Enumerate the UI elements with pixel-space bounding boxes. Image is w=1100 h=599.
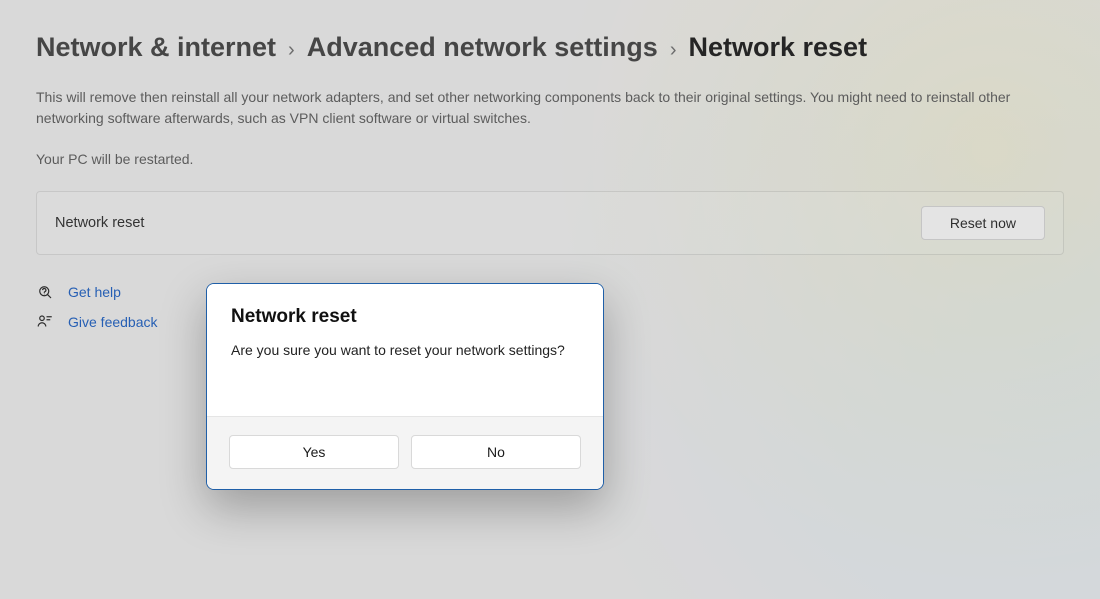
help-icon (36, 283, 54, 301)
dialog-title: Network reset (231, 306, 579, 328)
breadcrumb-network-internet[interactable]: Network & internet (36, 32, 276, 63)
give-feedback-link[interactable]: Give feedback (68, 314, 158, 330)
chevron-right-icon: › (284, 39, 299, 62)
no-button[interactable]: No (411, 435, 581, 469)
dialog-footer: Yes No (207, 416, 603, 489)
reset-now-button[interactable]: Reset now (921, 206, 1045, 240)
dialog-message: Are you sure you want to reset your netw… (231, 342, 579, 358)
network-reset-label: Network reset (55, 215, 144, 231)
page-description: This will remove then reinstall all your… (36, 87, 1056, 129)
dialog-body: Network reset Are you sure you want to r… (207, 284, 603, 416)
breadcrumb: Network & internet › Advanced network se… (36, 32, 1064, 63)
network-reset-card: Network reset Reset now (36, 191, 1064, 255)
feedback-icon (36, 313, 54, 331)
settings-page: Network & internet › Advanced network se… (0, 0, 1100, 331)
confirm-dialog: Network reset Are you sure you want to r… (206, 283, 604, 490)
restart-note: Your PC will be restarted. (36, 151, 1064, 167)
get-help-link[interactable]: Get help (68, 284, 121, 300)
yes-button[interactable]: Yes (229, 435, 399, 469)
chevron-right-icon: › (666, 39, 681, 62)
breadcrumb-advanced-network-settings[interactable]: Advanced network settings (307, 32, 658, 63)
breadcrumb-current: Network reset (688, 32, 867, 63)
